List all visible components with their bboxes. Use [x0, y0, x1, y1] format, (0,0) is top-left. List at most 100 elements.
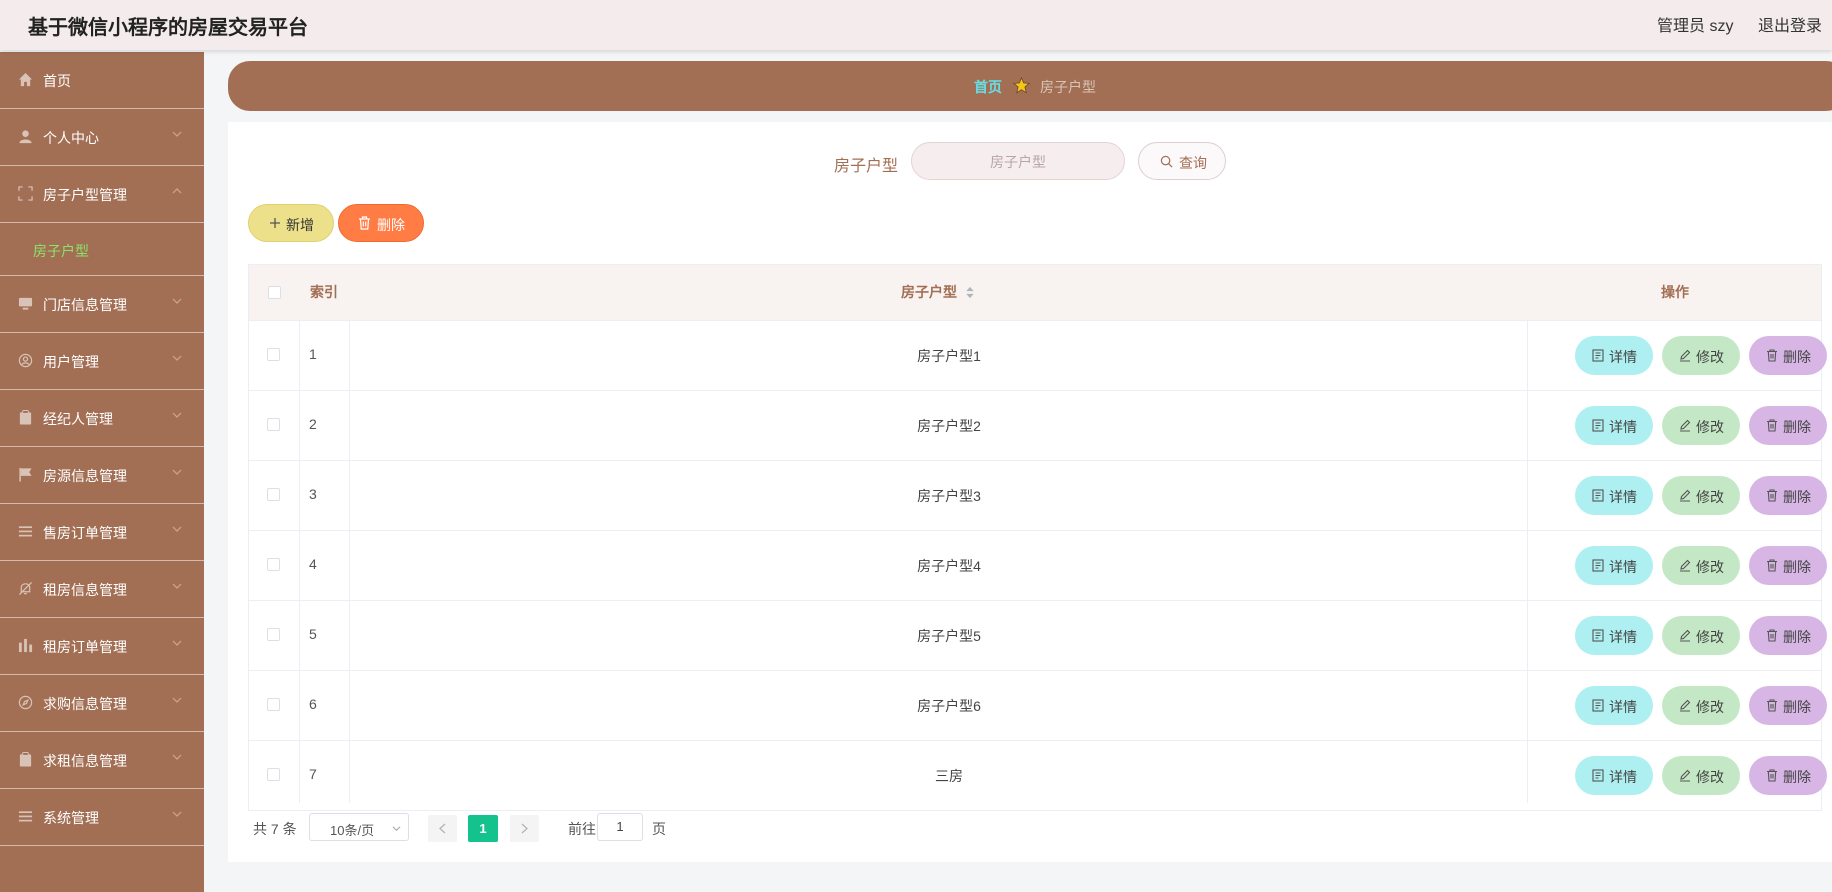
row-checkbox[interactable]: [267, 418, 280, 431]
delete-button-label: 删除: [1783, 489, 1811, 505]
chevron-down-icon: [172, 811, 182, 817]
sidebar-item-house-type-management[interactable]: 房子户型管理: [0, 166, 204, 223]
chevron-right-icon: [521, 823, 528, 834]
logout-link[interactable]: 退出登录: [1758, 12, 1822, 36]
chevron-down-icon: [172, 412, 182, 418]
table-header: 索引 房子户型 操作: [249, 265, 1821, 321]
goto-page-input[interactable]: 1: [597, 813, 643, 841]
add-button-label: 新增: [286, 217, 314, 233]
row-checkbox[interactable]: [267, 768, 280, 781]
row-checkbox[interactable]: [267, 488, 280, 501]
document-icon: [1592, 419, 1604, 432]
trash-icon: [1767, 559, 1777, 572]
edit-icon: [1680, 489, 1691, 502]
chevron-down-icon: [172, 298, 182, 304]
edit-button[interactable]: 修改: [1662, 756, 1740, 795]
sidebar-item-agent-management[interactable]: 经纪人管理: [0, 390, 204, 447]
trash-icon: [1767, 629, 1777, 642]
sidebar-item-rent-request-management[interactable]: 求租信息管理: [0, 732, 204, 789]
sidebar-item-store-info-management[interactable]: 门店信息管理: [0, 276, 204, 333]
plus-icon: [270, 218, 280, 228]
delete-button[interactable]: 删除: [1749, 686, 1827, 725]
edit-button[interactable]: 修改: [1662, 686, 1740, 725]
document-icon: [1592, 349, 1604, 362]
edit-button[interactable]: 修改: [1662, 476, 1740, 515]
page-number-current[interactable]: 1: [468, 815, 498, 842]
sidebar-item-sale-order-management[interactable]: 售房订单管理: [0, 504, 204, 561]
delete-button[interactable]: 删除: [1749, 406, 1827, 445]
detail-button[interactable]: 详情: [1575, 406, 1653, 445]
detail-button[interactable]: 详情: [1575, 686, 1653, 725]
delete-button[interactable]: 删除: [1749, 756, 1827, 795]
sidebar-item-home[interactable]: 首页: [0, 52, 204, 109]
row-house-type: 房子户型2: [917, 418, 981, 434]
sidebar-item-label: 经纪人管理: [43, 411, 113, 427]
chevron-down-icon: [172, 583, 182, 589]
sidebar-item-label: 用户管理: [43, 354, 99, 370]
sidebar-item-rent-info-management[interactable]: 租房信息管理: [0, 561, 204, 618]
row-checkbox[interactable]: [267, 628, 280, 641]
column-header-house-type[interactable]: 房子户型: [349, 265, 1527, 320]
chart-icon: [18, 638, 33, 653]
clipboard-icon: [19, 410, 32, 425]
clipboard-icon: [19, 752, 32, 767]
edit-icon: [1680, 629, 1691, 642]
row-checkbox[interactable]: [267, 558, 280, 571]
detail-button[interactable]: 详情: [1575, 546, 1653, 585]
trash-icon: [1767, 699, 1777, 712]
search-button[interactable]: 查询: [1138, 142, 1226, 180]
delete-button[interactable]: 删除: [1749, 336, 1827, 375]
sidebar-item-user-management[interactable]: 用户管理: [0, 333, 204, 390]
chevron-up-icon: [172, 188, 182, 194]
breadcrumb: 首页 房子户型: [228, 61, 1832, 111]
sidebar-item-listing-info-management[interactable]: 房源信息管理: [0, 447, 204, 504]
delete-button-label: 删除: [1783, 629, 1811, 645]
delete-button[interactable]: 删除: [1749, 616, 1827, 655]
pagination-total: 共 7 条: [253, 821, 297, 837]
detail-button-label: 详情: [1609, 559, 1637, 575]
sort-icon[interactable]: [965, 286, 975, 299]
sidebar-item-system-management[interactable]: 系统管理: [0, 789, 204, 846]
chevron-down-icon: [172, 640, 182, 646]
search-input[interactable]: 房子户型: [911, 142, 1125, 180]
sidebar-item-purchase-request-management[interactable]: 求购信息管理: [0, 675, 204, 732]
sidebar-subitem-house-type[interactable]: 房子户型: [0, 223, 204, 276]
detail-button[interactable]: 详情: [1575, 756, 1653, 795]
sidebar-item-rent-order-management[interactable]: 租房订单管理: [0, 618, 204, 675]
breadcrumb-home-link[interactable]: 首页: [974, 77, 1002, 97]
row-house-type: 三房: [935, 768, 963, 784]
sidebar-subitem-label: 房子户型: [33, 243, 89, 259]
batch-delete-button[interactable]: 删除: [338, 204, 424, 242]
delete-button[interactable]: 删除: [1749, 476, 1827, 515]
app-title: 基于微信小程序的房屋交易平台: [28, 17, 308, 39]
page-size-select[interactable]: 10条/页: [309, 813, 409, 841]
row-house-type: 房子户型3: [917, 488, 981, 504]
sidebar-item-personal-center[interactable]: 个人中心: [0, 109, 204, 166]
chevron-down-icon: [392, 826, 401, 832]
delete-button[interactable]: 删除: [1749, 546, 1827, 585]
page-size-value: 10条/页: [330, 823, 375, 838]
edit-button-label: 修改: [1696, 699, 1724, 715]
edit-button[interactable]: 修改: [1662, 336, 1740, 375]
edit-button-label: 修改: [1696, 489, 1724, 505]
trash-icon: [1767, 769, 1777, 782]
document-icon: [1592, 489, 1604, 502]
row-checkbox[interactable]: [267, 348, 280, 361]
row-checkbox[interactable]: [267, 698, 280, 711]
detail-button[interactable]: 详情: [1575, 616, 1653, 655]
next-page-button[interactable]: [510, 815, 539, 842]
detail-button[interactable]: 详情: [1575, 476, 1653, 515]
select-all-checkbox[interactable]: [268, 286, 281, 299]
edit-button[interactable]: 修改: [1662, 406, 1740, 445]
detail-button[interactable]: 详情: [1575, 336, 1653, 375]
edit-button[interactable]: 修改: [1662, 616, 1740, 655]
sidebar-item-label: 系统管理: [43, 810, 99, 826]
column-header-index: 索引: [310, 284, 338, 300]
edit-button[interactable]: 修改: [1662, 546, 1740, 585]
batch-delete-button-label: 删除: [377, 217, 405, 233]
add-button[interactable]: 新增: [248, 204, 334, 242]
sidebar-item-label: 房源信息管理: [43, 468, 127, 484]
prev-page-button[interactable]: [428, 815, 457, 842]
table-row: 2 房子户型2 详情 修改 删除: [249, 391, 1827, 461]
list-icon: [18, 811, 33, 822]
